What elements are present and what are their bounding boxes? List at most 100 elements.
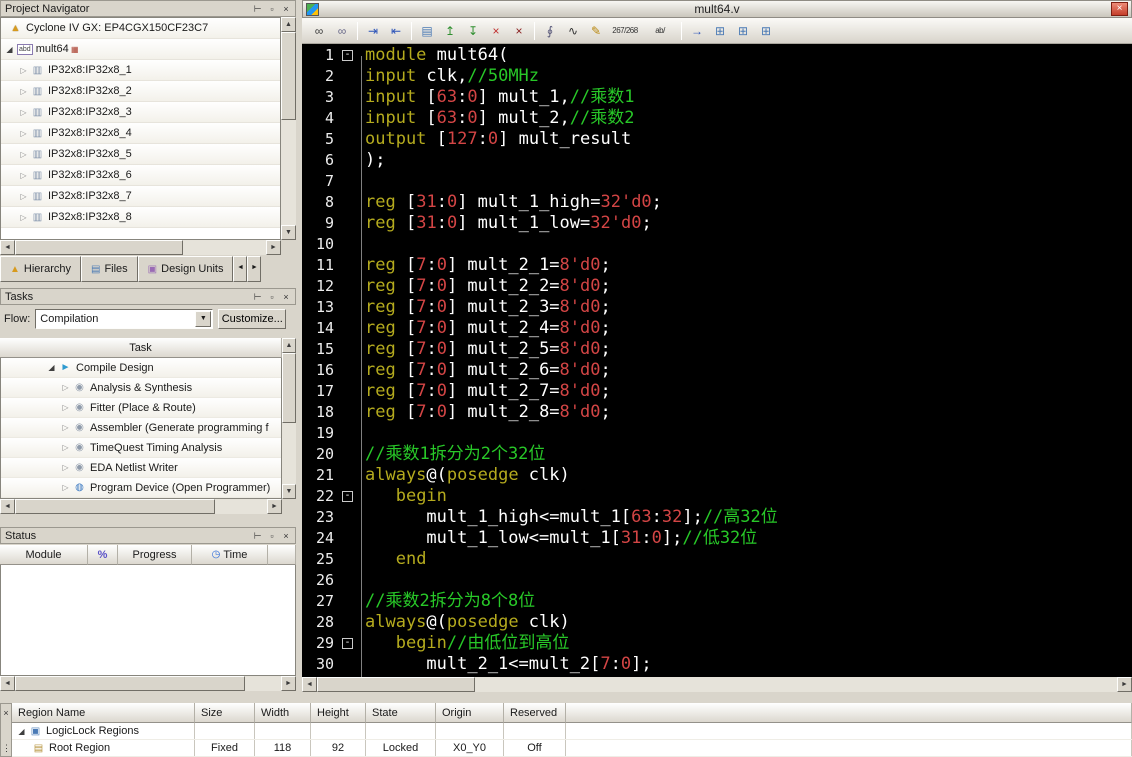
tree-item-device[interactable]: ▲ Cyclone IV GX: EP4CGX150CF23C7 — [1, 18, 280, 39]
word-select-icon[interactable]: ab/ — [643, 20, 677, 42]
edit-pencil-icon[interactable]: ✎ — [585, 20, 607, 42]
window-cascade-icon[interactable]: ⊞ — [709, 20, 731, 42]
float-icon[interactable]: ▫ — [265, 529, 279, 542]
tab-scroll-right[interactable]: ► — [247, 256, 262, 282]
attach-icon[interactable]: ∮ — [539, 20, 561, 42]
code-line[interactable]: 23 mult_1_high<=mult_1[63:32];//高32位 — [302, 507, 1132, 528]
tree-item-module[interactable]: ◢ abd mult64 ▦ — [1, 39, 280, 60]
waveform-icon[interactable]: ∿ — [562, 20, 584, 42]
code-line[interactable]: 25 end — [302, 549, 1132, 570]
float-icon[interactable]: ▫ — [265, 2, 279, 15]
task-column-header[interactable]: Task — [0, 338, 282, 358]
scrollbar-thumb[interactable] — [15, 499, 215, 514]
scrollbar-thumb[interactable] — [281, 32, 296, 120]
expander-icon[interactable]: ▷ — [59, 423, 72, 432]
scroll-up-button[interactable]: ▲ — [281, 17, 296, 32]
code-line[interactable]: 17 reg [7:0] mult_2_7=8'd0; — [302, 381, 1132, 402]
status-column-header[interactable]: Progress — [118, 545, 192, 565]
region-column-header[interactable]: Origin — [436, 703, 504, 723]
tree-item-ip[interactable]: ▷ ▥ IP32x8:IP32x8_4 — [1, 123, 280, 144]
status-column-header[interactable]: % — [88, 545, 118, 565]
pin-icon[interactable]: ⊥ — [252, 2, 265, 16]
code-line[interactable]: 7 — [302, 171, 1132, 192]
close-icon[interactable]: × — [279, 290, 293, 303]
fold-toggle-icon[interactable]: - — [342, 491, 353, 502]
expander-icon[interactable]: ▷ — [17, 213, 30, 222]
expander-icon[interactable]: ▷ — [59, 443, 72, 452]
expander-icon[interactable]: ▷ — [17, 129, 30, 138]
expander-icon[interactable]: ◢ — [45, 363, 58, 372]
dropdown-arrow-icon[interactable]: ▼ — [195, 311, 212, 327]
code-line[interactable]: 6); — [302, 150, 1132, 171]
code-line[interactable]: 20 //乘数1拆分为2个32位 — [302, 444, 1132, 465]
scrollbar-thumb[interactable] — [15, 676, 245, 691]
task-tree[interactable]: ◢ ► Compile Design ▷ ◉ Analysis & Synthesis ▷ ◉… — [0, 358, 282, 499]
tab-hierarchy[interactable]: ▲ Hierarchy — [0, 256, 81, 282]
pin-icon[interactable]: ⊥ — [252, 290, 265, 304]
tab-design-units[interactable]: ▣ Design Units — [137, 256, 234, 282]
scroll-down-button[interactable]: ▼ — [281, 225, 296, 240]
code-line[interactable]: 11 reg [7:0] mult_2_1=8'd0; — [302, 255, 1132, 276]
region-column-header[interactable]: Width — [255, 703, 311, 723]
expander-icon[interactable]: ▷ — [17, 66, 30, 75]
code-line[interactable]: 26 — [302, 570, 1132, 591]
task-item[interactable]: ▷ ◍ Program Device (Open Programmer) — [1, 478, 281, 498]
code-line[interactable]: 14 reg [7:0] mult_2_4=8'd0; — [302, 318, 1132, 339]
scrollbar-track[interactable] — [15, 499, 267, 514]
task-item[interactable]: ◢ ► Compile Design — [1, 358, 281, 378]
region-column-header[interactable]: Height — [311, 703, 366, 723]
expander-icon[interactable]: ▷ — [17, 192, 30, 201]
code-line[interactable]: 29- begin//由低位到高位 — [302, 633, 1132, 654]
scroll-right-button[interactable]: ► — [281, 676, 296, 691]
tab-files[interactable]: ▤ Files — [80, 256, 138, 282]
tree-item-ip[interactable]: ▷ ▥ IP32x8:IP32x8_1 — [1, 60, 280, 81]
code-line[interactable]: 10 — [302, 234, 1132, 255]
code-line[interactable]: 24 mult_1_low<=mult_1[31:0];//低32位 — [302, 528, 1132, 549]
fold-toggle-icon[interactable]: - — [342, 638, 353, 649]
region-column-header[interactable]: Reserved — [504, 703, 566, 723]
scroll-right-button[interactable]: ► — [267, 499, 282, 514]
find-icon[interactable]: ∞ — [308, 20, 330, 42]
editor-titlebar[interactable]: mult64.v × — [302, 0, 1132, 18]
code-line[interactable]: 13 reg [7:0] mult_2_3=8'd0; — [302, 297, 1132, 318]
tab-scroll-left[interactable]: ◄ — [233, 256, 248, 282]
region-column-header[interactable]: Size — [195, 703, 255, 723]
region-row[interactable]: ◢ ▣ LogicLock Regions — [12, 723, 1132, 740]
expander-icon[interactable]: ▷ — [17, 87, 30, 96]
vertical-scrollbar[interactable]: ▲ ▼ — [281, 17, 296, 240]
customize-button[interactable]: Customize... — [218, 309, 287, 329]
scroll-left-button[interactable]: ◄ — [0, 240, 15, 255]
expander-icon[interactable]: ▷ — [17, 171, 30, 180]
code-line[interactable]: 8 reg [31:0] mult_1_high=32'd0; — [302, 192, 1132, 213]
scroll-right-button[interactable]: ► — [266, 240, 281, 255]
code-editor[interactable]: 1- module mult64(2 input clk,//50MHz 3 input… — [302, 44, 1132, 677]
region-row[interactable]: ▤ Root Region Fixed 118 92 Locked X0_Y0 Off — [12, 740, 1132, 757]
code-line[interactable]: 2 input clk,//50MHz — [302, 66, 1132, 87]
task-item[interactable]: ▷ ◉ Fitter (Place & Route) — [1, 398, 281, 418]
expander-icon[interactable]: ▷ — [59, 403, 72, 412]
task-item[interactable]: ▷ ◉ Analysis & Synthesis — [1, 378, 281, 398]
code-line[interactable]: 22- begin — [302, 486, 1132, 507]
code-line[interactable]: 3 input [63:0] mult_1,//乘数1 — [302, 87, 1132, 108]
decrease-indent-icon[interactable]: ⇤ — [385, 20, 407, 42]
scrollbar-thumb[interactable] — [282, 353, 296, 423]
horizontal-scrollbar[interactable]: ◄ ► — [0, 499, 282, 514]
delete-all-icon[interactable]: × — [508, 20, 530, 42]
scroll-left-button[interactable]: ◄ — [302, 677, 317, 692]
line-count-indicator[interactable]: 267/268 — [608, 20, 642, 42]
task-item[interactable]: ▷ ◉ EDA Netlist Writer — [1, 458, 281, 478]
task-item[interactable]: ▷ ◉ Assembler (Generate programming f — [1, 418, 281, 438]
fold-toggle-icon[interactable]: - — [342, 50, 353, 61]
insert-file-icon[interactable]: ↥ — [439, 20, 461, 42]
scrollbar-track[interactable] — [281, 32, 296, 225]
scroll-left-button[interactable]: ◄ — [0, 676, 15, 691]
code-line[interactable]: 19 — [302, 423, 1132, 444]
goto-icon[interactable]: → — [686, 20, 708, 42]
close-icon[interactable]: × — [279, 2, 293, 15]
code-line[interactable]: 18 reg [7:0] mult_2_8=8'd0; — [302, 402, 1132, 423]
scroll-down-button[interactable]: ▼ — [282, 484, 296, 499]
expander-icon[interactable]: ◢ — [3, 45, 16, 54]
scrollbar-track[interactable] — [15, 676, 281, 691]
tree-item-ip[interactable]: ▷ ▥ IP32x8:IP32x8_8 — [1, 207, 280, 228]
scrollbar-track[interactable] — [15, 240, 266, 255]
